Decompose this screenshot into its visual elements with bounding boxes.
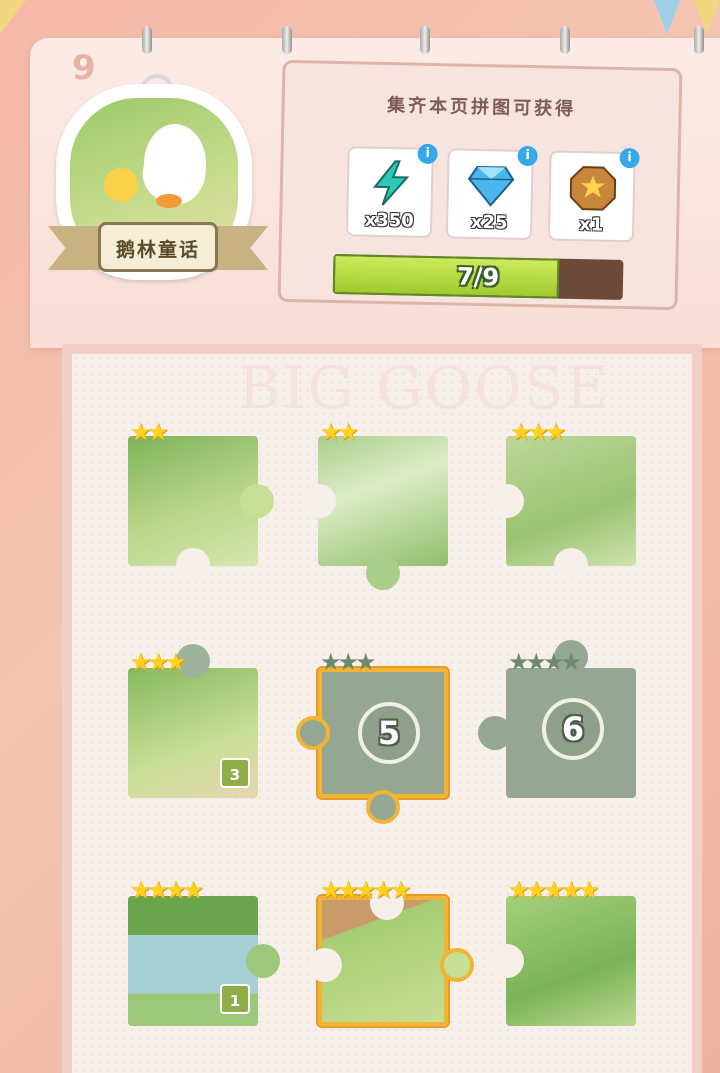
chapter-title: 鹅林童话 [98,222,218,272]
piece-1-stars: ★★ [130,420,169,444]
piece-8-stars: ★★★★★ [320,878,412,902]
locked-piece-number: 6 [542,698,604,760]
info-icon[interactable]: i [619,147,640,169]
star-icon: ★ [147,418,170,446]
puzzle-piece-6[interactable]: 6 [478,640,636,798]
star-icon: ★ [545,418,567,446]
binder-ring [694,26,704,54]
star-icon: ★ [390,876,412,904]
star-icon: ★ [165,648,187,676]
reward-qty: x25 [470,211,508,234]
puzzle-piece-8[interactable] [308,886,474,1026]
puzzle-piece-2[interactable] [302,436,448,590]
reward-panel: 集齐本页拼图可获得 i x350 i x25 i x1 7/9 [277,59,683,311]
info-icon[interactable]: i [517,145,538,167]
page-number: 9 [72,48,96,88]
star-icon: ★ [560,648,583,676]
piece-2-stars: ★★ [320,420,359,444]
binder-ring [560,26,570,54]
piece-9-stars: ★★★★★ [508,878,600,902]
reward-qty: x350 [364,209,415,232]
piece-5-stars: ★★★ [320,650,377,674]
piece-7-stars: ★★★★ [130,878,204,902]
diamond-icon [467,165,515,207]
puzzle-piece-4[interactable]: 3 [128,644,258,798]
bunting-flag [0,0,26,34]
piece-4-stars: ★★★ [130,650,187,674]
reward-chest[interactable]: i x1 [547,147,640,243]
puzzle-piece-1[interactable] [128,436,274,582]
star-icon: ★ [578,876,600,904]
progress-text: 7/9 [456,262,500,292]
binder-ring [282,26,292,54]
page-watermark: BIG GOOSE [238,354,610,422]
star-icon: ★ [337,418,360,446]
star-icon: ★ [182,876,205,904]
binder-ring [420,26,430,54]
puzzle-piece-5[interactable]: 5 [296,668,448,824]
piece-6-stars: ★★★★ [508,650,582,674]
piece-count-badge: 1 [220,984,250,1014]
binder-ring [142,26,152,54]
reward-qty: x1 [578,214,604,236]
reward-energy[interactable]: i x350 [345,143,438,239]
piece-count-badge: 3 [220,758,250,788]
reward-title: 集齐本页拼图可获得 [386,95,577,120]
locked-piece-number: 5 [358,702,420,764]
info-icon[interactable]: i [417,143,438,165]
chick-icon [104,168,138,202]
puzzle-piece-9[interactable] [490,896,636,1026]
star-icon: ★ [355,648,377,676]
puzzle-piece-7[interactable]: 1 [128,896,280,1026]
bunting-flag [654,0,680,34]
piece-3-stars: ★★★ [510,420,567,444]
reward-diamond[interactable]: i x25 [445,145,538,241]
energy-bolt-icon [372,160,410,206]
treasure-chest-icon [569,166,617,211]
collection-progress-bar: 7/9 [332,253,624,301]
puzzle-piece-3[interactable] [490,436,636,582]
goose-icon [144,124,206,204]
